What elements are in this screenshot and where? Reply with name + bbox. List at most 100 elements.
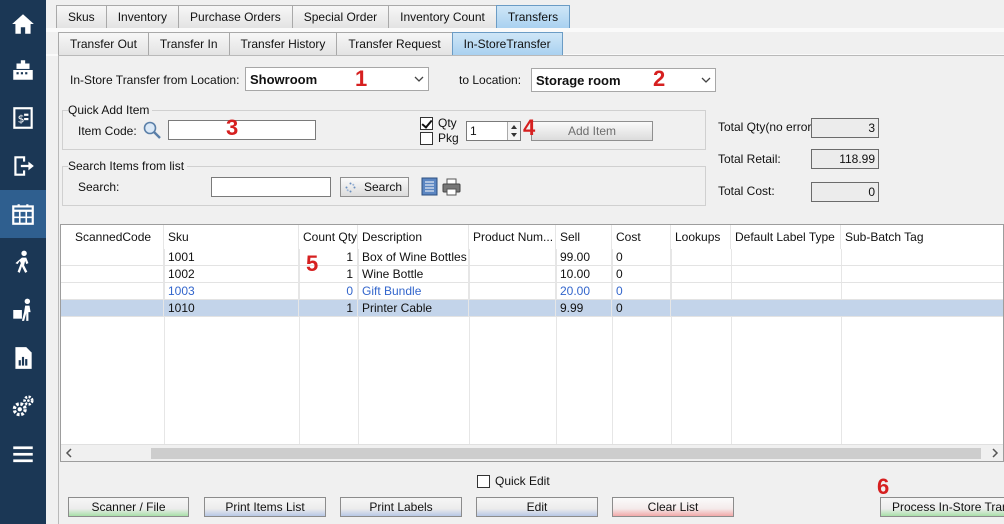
search-button[interactable]: Search: [340, 177, 409, 197]
cell-sku: 1002: [164, 266, 299, 283]
to-location-select[interactable]: Storage room: [531, 68, 716, 92]
col-description[interactable]: Description: [358, 225, 469, 249]
qty-stepper-value: 1: [470, 124, 477, 138]
list-view-icon[interactable]: [421, 177, 438, 196]
cell-description: Wine Bottle: [358, 266, 469, 283]
process-in-store-transfer-button[interactable]: Process In-Store Transf: [880, 497, 1004, 517]
tab-transfers[interactable]: Transfers: [495, 5, 571, 28]
sidebar-item-customers[interactable]: [0, 238, 46, 286]
col-count-qty[interactable]: Count Qty: [299, 225, 358, 249]
scroll-right-icon[interactable]: [991, 448, 999, 458]
table-row[interactable]: 1003 0 Gift Bundle 20.00 0: [61, 283, 1003, 300]
magnifier-icon[interactable]: [142, 120, 162, 140]
col-sub-batch-tag[interactable]: Sub-Batch Tag: [841, 225, 1003, 249]
from-location-value: Showroom: [250, 71, 318, 87]
annotation-1: 1: [355, 66, 368, 91]
items-grid[interactable]: ScannedCode Sku Count Qty Description Pr…: [60, 224, 1004, 462]
col-sell[interactable]: Sell: [556, 225, 612, 249]
scanner-file-button[interactable]: Scanner / File: [68, 497, 189, 517]
svg-text:$: $: [18, 112, 25, 125]
search-label: Search:: [78, 180, 120, 194]
tab-in-store-transfer[interactable]: In-StoreTransfer: [451, 32, 563, 55]
cell-cost: 0: [612, 300, 671, 317]
qty-stepper[interactable]: 1: [466, 121, 521, 141]
from-location-select[interactable]: Showroom: [245, 67, 429, 91]
cell-cost: 0: [612, 283, 671, 300]
cell-cost: 0: [612, 266, 671, 283]
col-scanned-code[interactable]: ScannedCode: [61, 225, 164, 249]
sidebar-item-logout[interactable]: [0, 142, 46, 190]
receipt-dollar-icon: $: [13, 107, 33, 129]
print-items-list-button[interactable]: Print Items List: [204, 497, 326, 517]
cell-product-num: [469, 283, 556, 300]
tab-transfer-request[interactable]: Transfer Request: [336, 32, 453, 55]
cell-sku: 1003: [164, 283, 299, 300]
cell-count-qty: 1: [299, 300, 358, 317]
quick-edit-checkbox[interactable]: [477, 475, 490, 488]
sidebar-item-delivery[interactable]: [0, 286, 46, 334]
annotation-3: 3: [226, 115, 239, 140]
horizontal-scrollbar[interactable]: [61, 444, 1003, 461]
search-input[interactable]: [211, 177, 331, 197]
total-retail-value: 118.99: [811, 149, 879, 169]
tab-transfer-out[interactable]: Transfer Out: [58, 32, 149, 55]
qty-checkbox-label: Qty: [438, 116, 457, 130]
gears-icon: [12, 395, 34, 417]
col-sku[interactable]: Sku: [164, 225, 299, 249]
delivery-person-icon: [13, 298, 31, 321]
cell-scanned-code: [61, 266, 164, 283]
clear-list-button[interactable]: Clear List: [612, 497, 734, 517]
printer-icon[interactable]: [442, 178, 461, 196]
stepper-buttons[interactable]: [507, 122, 520, 140]
print-labels-button[interactable]: Print Labels: [340, 497, 462, 517]
annotation-4: 4: [523, 115, 536, 140]
sidebar-item-receipts[interactable]: $: [0, 94, 46, 142]
cell-product-num: [469, 266, 556, 283]
tab-special-order[interactable]: Special Order: [291, 5, 390, 28]
chevron-down-icon: [701, 77, 711, 83]
total-qty-value: 3: [811, 118, 879, 138]
col-default-label-type[interactable]: Default Label Type: [731, 225, 841, 249]
col-product-num[interactable]: Product Num...: [469, 225, 556, 249]
tab-inventory-count[interactable]: Inventory Count: [388, 5, 497, 28]
annotation-5: 5: [306, 251, 319, 276]
add-item-button[interactable]: Add Item: [531, 121, 653, 141]
calendar-grid-icon: [12, 204, 34, 225]
tab-transfer-in[interactable]: Transfer In: [147, 32, 230, 55]
tab-inventory[interactable]: Inventory: [105, 5, 180, 28]
sidebar-item-home[interactable]: [0, 0, 46, 48]
cell-scanned-code: [61, 300, 164, 317]
stepper-up-icon[interactable]: [510, 123, 518, 130]
sidebar-item-settings[interactable]: [0, 382, 46, 430]
cell-description: Box of Wine Bottles: [358, 249, 469, 266]
sidebar-item-menu[interactable]: [0, 430, 46, 478]
edit-button[interactable]: Edit: [476, 497, 598, 517]
sidebar: $: [0, 0, 46, 524]
walking-person-icon: [15, 250, 29, 273]
sidebar-item-reports[interactable]: [0, 334, 46, 382]
col-cost[interactable]: Cost: [612, 225, 671, 249]
tab-skus[interactable]: Skus: [56, 5, 107, 28]
to-location-value: Storage room: [536, 72, 621, 88]
tab-purchase-orders[interactable]: Purchase Orders: [178, 5, 293, 28]
table-row[interactable]: 1001 1 Box of Wine Bottles 99.00 0: [61, 249, 1003, 266]
sidebar-item-inventory[interactable]: [0, 190, 46, 238]
scroll-left-icon[interactable]: [65, 448, 73, 458]
item-code-input[interactable]: [168, 120, 316, 140]
item-code-label: Item Code:: [78, 124, 137, 138]
scrollbar-thumb[interactable]: [151, 448, 981, 459]
tab-transfer-history[interactable]: Transfer History: [228, 32, 338, 55]
annotation-2: 2: [653, 66, 666, 91]
pkg-checkbox[interactable]: [420, 132, 433, 145]
table-row[interactable]: 1002 1 Wine Bottle 10.00 0: [61, 266, 1003, 283]
sidebar-item-register[interactable]: [0, 46, 46, 94]
annotation-6: 6: [877, 474, 890, 499]
qty-checkbox[interactable]: [420, 117, 433, 130]
from-location-label: In-Store Transfer from Location:: [70, 73, 240, 87]
col-lookups[interactable]: Lookups: [671, 225, 731, 249]
quick-edit-label: Quick Edit: [495, 474, 550, 488]
cell-count-qty: 0: [299, 283, 358, 300]
stepper-down-icon[interactable]: [510, 132, 518, 139]
table-row-selected[interactable]: 1010 1 Printer Cable 9.99 0: [61, 300, 1003, 317]
cell-product-num: [469, 300, 556, 317]
